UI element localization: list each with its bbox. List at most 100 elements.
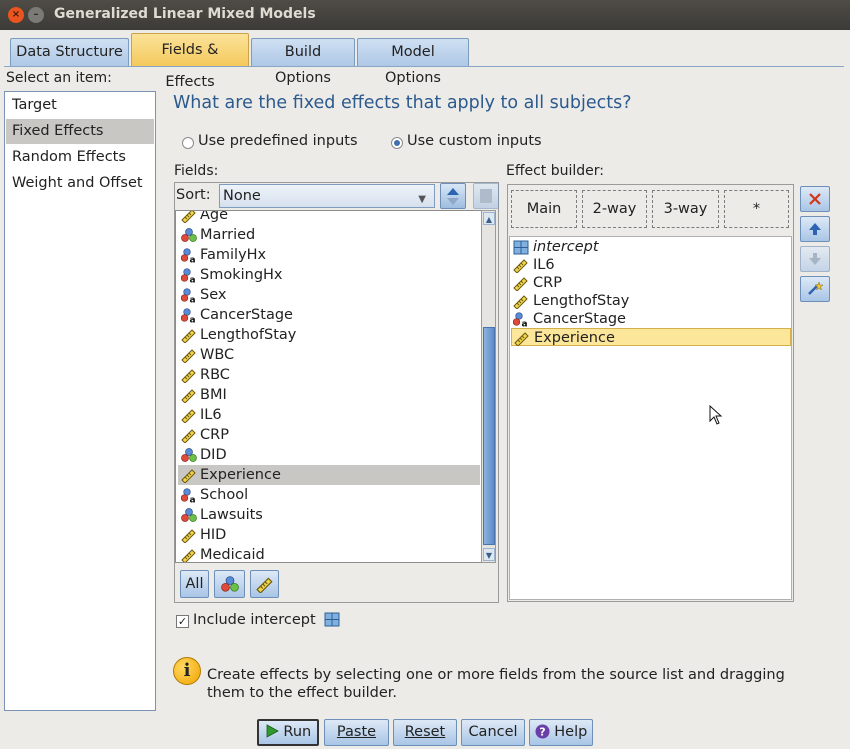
include-intercept-checkbox[interactable]: ✓ (176, 615, 189, 628)
field-label: School (200, 487, 249, 503)
move-up-button[interactable] (800, 216, 830, 242)
field-list-item[interactable]: LengthofStay (178, 325, 480, 345)
effect-type-main[interactable]: Main (511, 190, 577, 228)
field-list-item[interactable]: IL6 (178, 405, 480, 425)
field-label: WBC (200, 347, 235, 363)
field-label: Sex (200, 287, 227, 303)
field-list-item[interactable]: Sex (178, 285, 480, 305)
include-intercept-text: Include intercept (193, 612, 316, 628)
field-list-item[interactable]: SmokingHx (178, 265, 480, 285)
effect-list-item[interactable]: intercept (511, 238, 791, 256)
field-list-item[interactable]: Experience (178, 465, 480, 485)
field-label: RBC (200, 367, 230, 383)
tab-divider (4, 66, 844, 67)
effect-label: Experience (534, 330, 615, 346)
run-button[interactable]: Run (257, 719, 319, 746)
field-label: BMI (200, 387, 227, 403)
field-list-item[interactable]: DID (178, 445, 480, 465)
close-icon (809, 193, 821, 205)
select-all-fields-button[interactable]: All (180, 570, 209, 598)
minimize-window-button[interactable]: – (28, 7, 44, 23)
radio-predefined-inputs[interactable] (182, 137, 194, 149)
field-list-item[interactable]: Lawsuits (178, 505, 480, 525)
tab-fields-effects[interactable]: Fields & Effects (131, 33, 249, 90)
effect-list-item[interactable]: Experience (511, 328, 791, 346)
field-label: CancerStage (200, 307, 293, 323)
fields-list[interactable]: Age Married FamilyHx SmokingHx Sex CancerStag… (175, 210, 482, 563)
ordinal-string-icon (181, 308, 197, 323)
cancel-button-label: Cancel (468, 724, 518, 740)
scroll-down-arrow-icon[interactable]: ▼ (483, 548, 495, 561)
nominal-icon (221, 576, 239, 593)
page-question: What are the fixed effects that apply to… (173, 93, 632, 113)
help-icon: ? (535, 724, 550, 739)
sidebar-item-weight-offset[interactable]: Weight and Offset (6, 171, 154, 196)
scale-ruler-icon (181, 548, 197, 563)
close-window-button[interactable]: × (8, 7, 24, 23)
field-list-item[interactable]: CRP (178, 425, 480, 445)
reset-button[interactable]: Reset (393, 719, 457, 746)
effect-list-item[interactable]: IL6 (511, 256, 791, 274)
tab-model-options[interactable]: Model Options (357, 38, 469, 86)
tab-build-options[interactable]: Build Options (251, 38, 355, 86)
info-text: Create effects by selecting one or more … (207, 667, 785, 701)
field-list-item[interactable]: HID (178, 525, 480, 545)
effect-list-item[interactable]: LengthofStay (511, 292, 791, 310)
sidebar-item-target[interactable]: Target (6, 93, 154, 118)
scroll-up-arrow-icon[interactable]: ▲ (483, 212, 495, 225)
wand-icon (808, 281, 824, 295)
reset-button-label: Reset (404, 724, 446, 740)
paste-button[interactable]: Paste (324, 719, 389, 746)
sort-descending-button[interactable] (473, 183, 499, 209)
nominal-icon (181, 228, 197, 243)
scale-ruler-icon (181, 468, 197, 483)
field-list-item[interactable]: Medicaid (178, 545, 480, 563)
effect-type-star[interactable]: * (724, 190, 789, 228)
field-list-item[interactable]: CancerStage (178, 305, 480, 325)
include-intercept-label: Include intercept (193, 612, 340, 628)
scale-ruler-icon (513, 294, 529, 309)
sort-select[interactable]: None ▼ (219, 184, 435, 208)
field-list-item[interactable]: RBC (178, 365, 480, 385)
all-button-label: All (185, 576, 204, 592)
title-bar: × – Generalized Linear Mixed Models (0, 0, 850, 30)
effect-type-3way[interactable]: 3-way (652, 190, 719, 228)
info-icon: i (173, 657, 201, 685)
field-list-item[interactable]: Age (178, 210, 480, 225)
scale-ruler-icon (513, 258, 529, 273)
window-title: Generalized Linear Mixed Models (54, 6, 316, 22)
field-list-item[interactable]: School (178, 485, 480, 505)
effect-list-item[interactable]: CRP (511, 274, 791, 292)
field-label: DID (200, 447, 227, 463)
field-list-item[interactable]: WBC (178, 345, 480, 365)
scale-ruler-icon (181, 328, 197, 343)
effect-list-item[interactable]: CancerStage (511, 310, 791, 328)
custom-term-button[interactable] (800, 276, 830, 302)
paste-button-label: Paste (336, 724, 377, 740)
tab-data-structure[interactable]: Data Structure (10, 38, 129, 66)
field-label: SmokingHx (200, 267, 283, 283)
ordinal-string-icon (513, 312, 529, 327)
sidebar-item-random-effects[interactable]: Random Effects (6, 145, 154, 170)
move-down-button[interactable] (800, 246, 830, 272)
field-label: CRP (200, 427, 229, 443)
radio-custom-inputs[interactable] (391, 137, 403, 149)
fields-scrollbar[interactable]: ▲ ▼ (481, 210, 496, 563)
help-button[interactable]: ? Help (529, 719, 593, 746)
scrollbar-thumb[interactable] (483, 327, 495, 545)
select-categorical-fields-button[interactable] (214, 570, 245, 598)
field-label: Age (200, 210, 229, 223)
effect-builder-list[interactable]: intercept IL6 CRP LengthofStay CancerStage Ex… (509, 236, 792, 600)
field-list-item[interactable]: FamilyHx (178, 245, 480, 265)
field-list-item[interactable]: Married (178, 225, 480, 245)
scale-ruler-icon (256, 576, 274, 593)
select-continuous-fields-button[interactable] (250, 570, 279, 598)
nominal-string-icon (181, 288, 197, 303)
field-list-item[interactable]: BMI (178, 385, 480, 405)
sort-ascending-button[interactable] (440, 183, 466, 209)
sidebar-item-fixed-effects[interactable]: Fixed Effects (6, 119, 154, 144)
delete-effect-button[interactable] (800, 186, 830, 212)
run-button-label: Run (283, 724, 312, 740)
effect-type-2way[interactable]: 2-way (582, 190, 647, 228)
cancel-button[interactable]: Cancel (461, 719, 525, 746)
